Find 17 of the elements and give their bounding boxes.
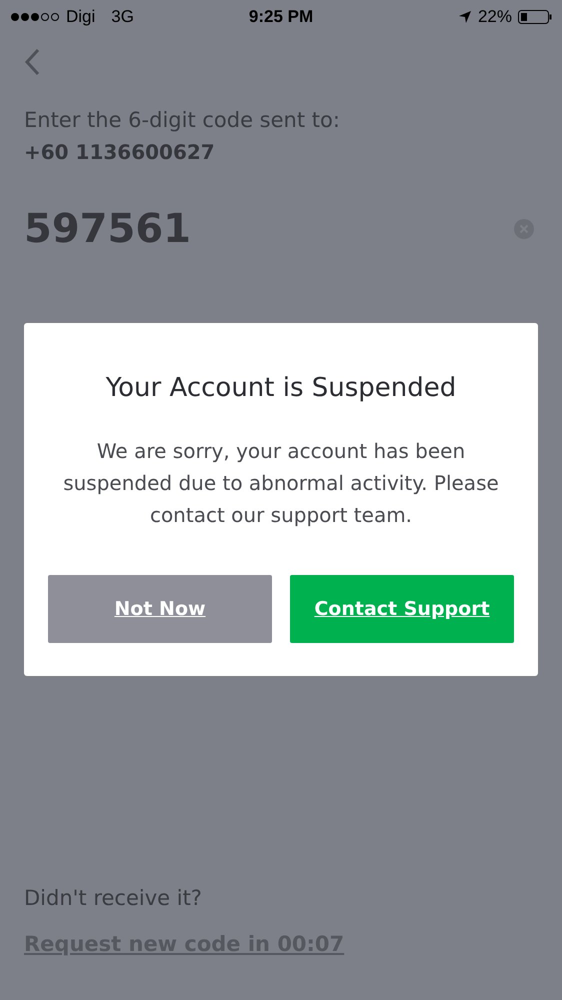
resend-question: Didn't receive it? xyxy=(24,886,202,910)
contact-support-button[interactable]: Contact Support xyxy=(290,575,514,643)
dialog-title: Your Account is Suspended xyxy=(106,373,456,403)
back-button[interactable] xyxy=(22,46,42,78)
battery-icon xyxy=(518,9,552,25)
prompt-text: Enter the 6-digit code sent to: xyxy=(24,108,341,132)
network-type: 3G xyxy=(111,7,134,27)
location-arrow-icon xyxy=(458,10,472,24)
back-icon xyxy=(24,48,40,76)
carrier-name: Digi xyxy=(66,7,96,27)
signal-icon xyxy=(10,12,60,22)
code-field[interactable]: 597561 xyxy=(24,206,324,252)
battery-percent: 22% xyxy=(478,7,512,27)
dismiss-button[interactable]: Not Now xyxy=(48,575,272,643)
phone-number: +60 1136600627 xyxy=(24,140,216,164)
clock-time: 9:25 PM xyxy=(248,7,314,27)
dialog-message: We are sorry, your account has been suspended due to abnormal activity. Please contact our support team. xyxy=(62,438,500,529)
